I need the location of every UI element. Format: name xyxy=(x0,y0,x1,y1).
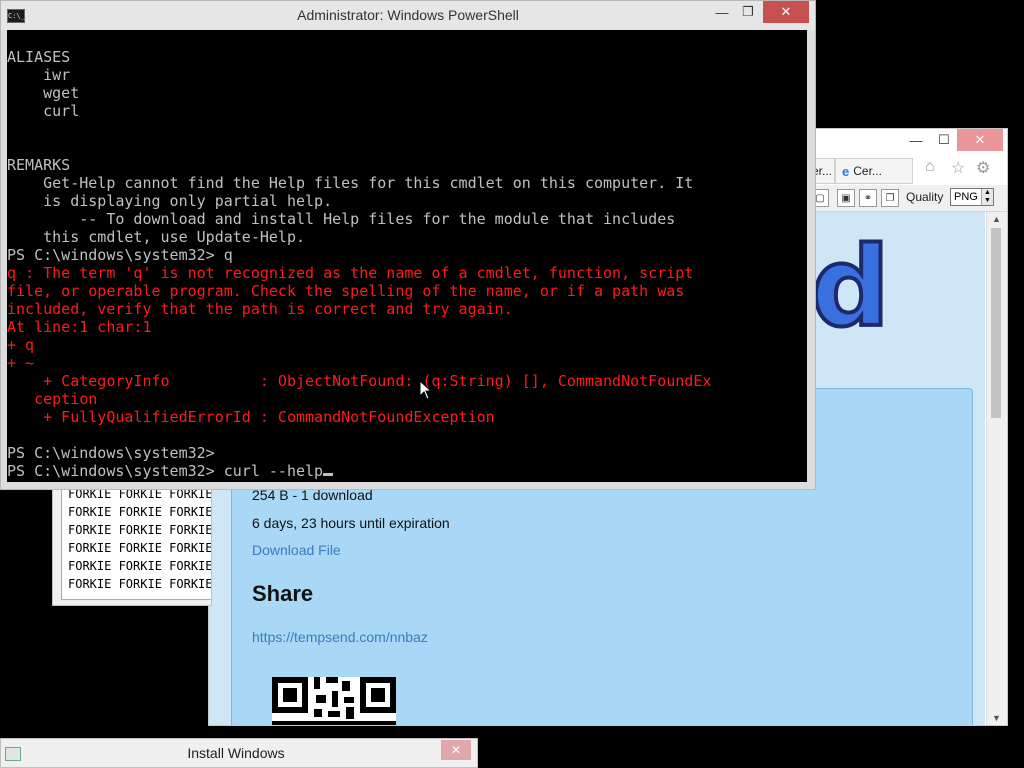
console-line: ALIASES xyxy=(7,48,71,66)
forkie-line: FORKIE FORKIE FORKIE xyxy=(68,577,212,591)
console-line: + FullyQualifiedErrorId : CommandNotFoun… xyxy=(7,408,495,426)
console-line: + ~ xyxy=(7,354,35,372)
forkie-window: FORKIE FORKIE FORKIE FORKIE FORKIE FORKI… xyxy=(52,478,212,606)
scroll-down-arrow-icon[interactable]: ▼ xyxy=(992,713,1001,723)
browser-tab-2[interactable]: e Cer... xyxy=(835,158,913,184)
browser-maximize-button[interactable]: ☐ xyxy=(927,129,961,151)
qr-code xyxy=(272,677,396,725)
powershell-maximize-button[interactable]: ❐ xyxy=(731,1,765,23)
console-line: PS C:\windows\system32> xyxy=(7,444,215,462)
forkie-line: FORKIE FORKIE FORKIE xyxy=(68,559,212,573)
binoculars-icon[interactable]: ⚭ xyxy=(859,189,877,207)
console-line: ception xyxy=(7,390,98,408)
browser-close-button[interactable]: ✕ xyxy=(957,129,1003,151)
spinner-arrows-icon[interactable]: ▲ ▼ xyxy=(981,189,993,205)
home-icon[interactable]: ⌂ xyxy=(925,158,935,176)
powershell-titlebar[interactable]: C:\_ Administrator: Windows PowerShell —… xyxy=(1,1,815,30)
console-line: REMARKS xyxy=(7,156,71,174)
scroll-up-arrow-icon[interactable]: ▲ xyxy=(992,214,1001,224)
quality-value: PNG xyxy=(954,191,978,203)
install-windows-title: Install Windows xyxy=(187,745,285,761)
console-line: PS C:\windows\system32> q xyxy=(7,246,233,264)
console-line: q : The term 'q' is not recognized as th… xyxy=(7,264,694,282)
console-line: file, or operable program. Check the spe… xyxy=(7,282,685,300)
site-logo[interactable]: d xyxy=(809,230,892,344)
console-line: At line:1 char:1 xyxy=(7,318,152,336)
console-line: included, verify that the path is correc… xyxy=(7,300,513,318)
console-line: Get-Help cannot find the Help files for … xyxy=(7,174,694,192)
console-output[interactable]: ALIASES iwr wget curl REMARKS Get-Help ca… xyxy=(7,30,807,482)
gear-icon[interactable]: ⚙ xyxy=(976,158,990,178)
forkie-line: FORKIE FORKIE FORKIE xyxy=(68,505,212,519)
page-scrollbar[interactable]: ▲ ▼ xyxy=(986,212,1007,725)
console-line: + q xyxy=(7,336,35,354)
powershell-title: Administrator: Windows PowerShell xyxy=(297,7,519,23)
console-line: PS C:\windows\system32> curl --help xyxy=(7,462,334,480)
console-line: is displaying only partial help. xyxy=(7,192,333,210)
console-line: curl xyxy=(7,102,80,120)
console-line: + CategoryInfo : ObjectNotFound: (q:Stri… xyxy=(7,372,712,390)
scrollbar-thumb[interactable] xyxy=(991,228,1001,418)
install-windows-close-button[interactable]: ✕ xyxy=(441,740,471,760)
copy-icon[interactable]: ❐ xyxy=(881,189,899,207)
forkie-line: FORKIE FORKIE FORKIE xyxy=(68,523,212,537)
mouse-pointer-icon xyxy=(419,380,433,400)
console-line: iwr xyxy=(7,66,71,84)
tab-label: Cer... xyxy=(853,164,882,178)
download-file-link[interactable]: Download File xyxy=(252,542,341,558)
ie-icon: e xyxy=(842,163,850,179)
share-heading: Share xyxy=(252,581,314,606)
expiration-text: 6 days, 23 hours until expiration xyxy=(252,515,450,531)
star-icon[interactable]: ☆ xyxy=(951,158,965,178)
toolbar-icon-bookmark[interactable]: ▣ xyxy=(837,189,855,207)
console-line: this cmdlet, use Update-Help. xyxy=(7,228,306,246)
forkie-text-area[interactable]: FORKIE FORKIE FORKIE FORKIE FORKIE FORKI… xyxy=(61,479,212,600)
quality-label: Quality xyxy=(906,190,944,204)
forkie-line: FORKIE FORKIE FORKIE xyxy=(68,541,212,555)
text-cursor xyxy=(323,473,334,476)
console-line: wget xyxy=(7,84,80,102)
console-line: -- To download and install Help files fo… xyxy=(7,210,676,228)
powershell-window: C:\_ Administrator: Windows PowerShell —… xyxy=(0,0,816,490)
share-url-link[interactable]: https://tempsend.com/nnbaz xyxy=(252,629,428,645)
install-windows-window[interactable]: Install Windows ✕ xyxy=(0,738,478,768)
powershell-close-button[interactable]: ✕ xyxy=(763,1,809,23)
quality-select[interactable]: PNG ▲ ▼ xyxy=(950,188,994,206)
